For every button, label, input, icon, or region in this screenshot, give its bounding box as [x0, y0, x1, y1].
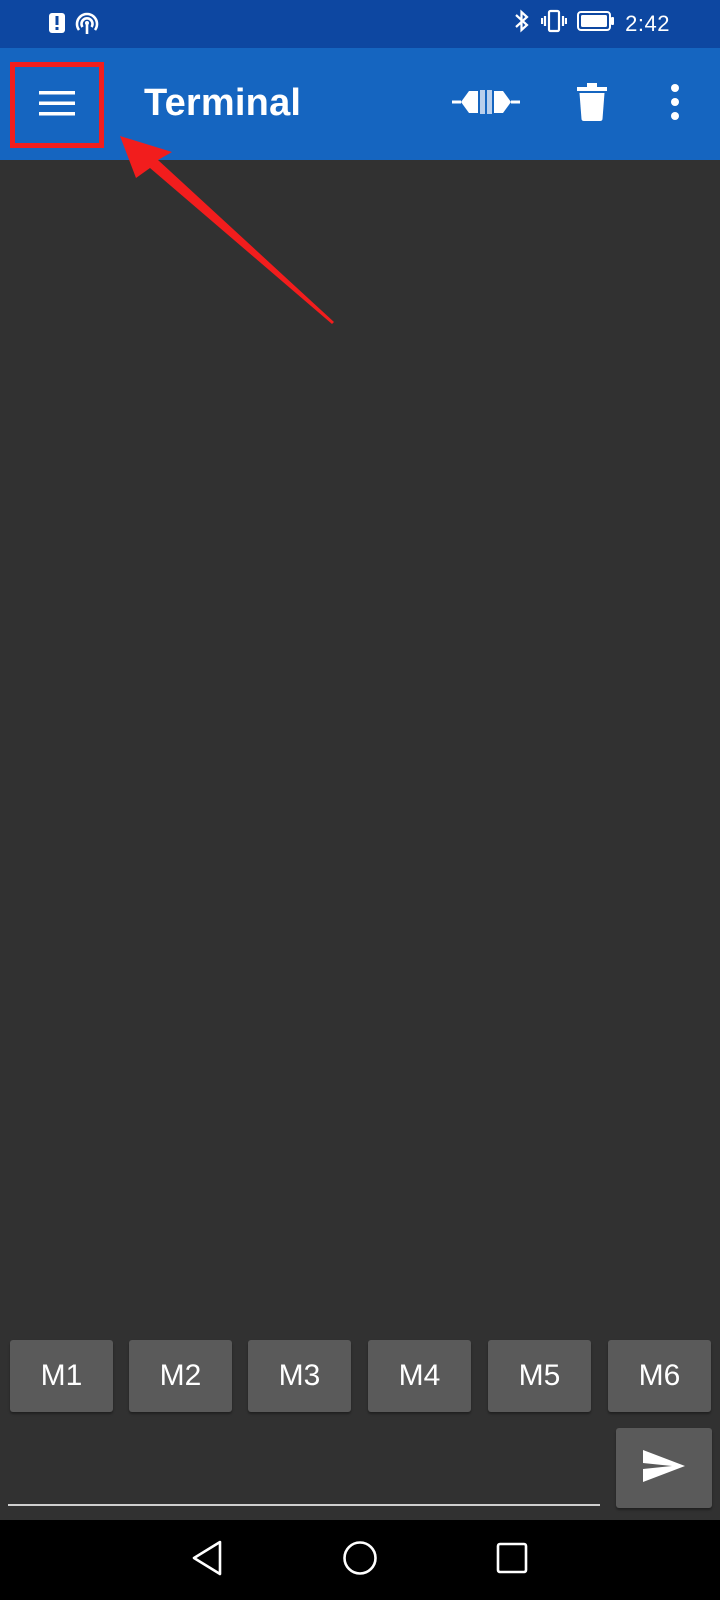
status-time: 2:42: [625, 10, 670, 36]
bluetooth-icon: [513, 8, 531, 39]
battery-icon: [577, 10, 615, 37]
connect-icon: [452, 84, 520, 125]
macro-button-m5[interactable]: M5: [488, 1340, 591, 1412]
terminal-output: [0, 160, 720, 1310]
overflow-menu-button[interactable]: [660, 78, 690, 130]
home-icon: [341, 1539, 379, 1582]
vibrate-icon: [541, 8, 568, 39]
connect-button[interactable]: [452, 78, 520, 130]
status-left-icons: [48, 10, 100, 41]
navigation-bar: [0, 1520, 720, 1600]
macro-button-m4[interactable]: M4: [368, 1340, 471, 1412]
send-text-input[interactable]: [8, 1414, 600, 1506]
recent-apps-icon: [495, 1541, 529, 1580]
back-icon: [190, 1539, 224, 1582]
status-bar: 2:42: [0, 0, 720, 48]
nav-recent-apps-button[interactable]: [487, 1538, 537, 1582]
nav-home-button[interactable]: [335, 1538, 385, 1582]
macro-button-m6[interactable]: M6: [608, 1340, 711, 1412]
send-icon: [642, 1448, 686, 1489]
macro-button-m1[interactable]: M1: [10, 1340, 113, 1412]
status-right-icons: 2:42: [513, 8, 670, 39]
menu-button[interactable]: [10, 62, 104, 148]
menu-icon: [37, 88, 77, 123]
clear-terminal-button[interactable]: [568, 78, 616, 130]
macro-button-m3[interactable]: M3: [248, 1340, 351, 1412]
macro-button-row: M1 M2 M3 M4 M5 M6: [10, 1340, 712, 1412]
overflow-icon: [670, 83, 680, 125]
nav-back-button[interactable]: [182, 1538, 232, 1582]
hotspot-icon: [74, 10, 100, 41]
page-title: Terminal: [144, 82, 302, 124]
macro-button-m2[interactable]: M2: [129, 1340, 232, 1412]
app-bar: Terminal: [0, 48, 720, 160]
send-button[interactable]: [616, 1428, 712, 1508]
terminal-screen: 2:42 Terminal M1 M2 M3 M4 M5 M6: [0, 0, 720, 1600]
alert-icon: [48, 12, 66, 39]
delete-icon: [577, 82, 607, 126]
